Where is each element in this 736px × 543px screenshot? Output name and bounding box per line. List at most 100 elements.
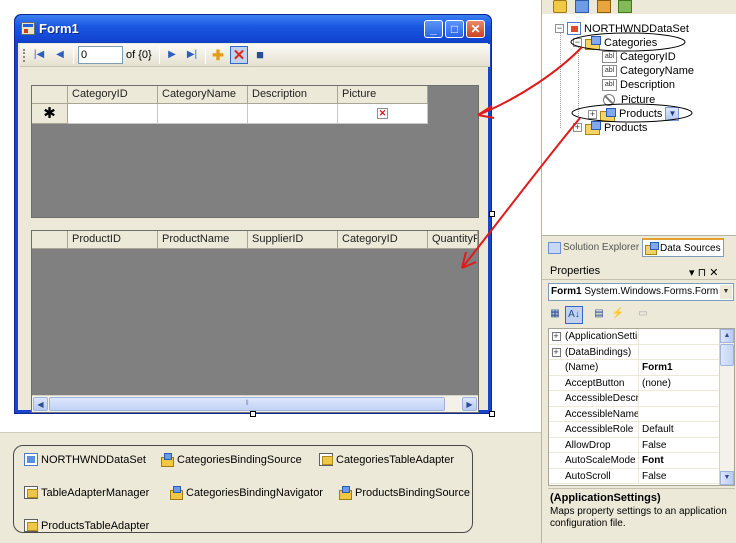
tray-component[interactable]: ProductsTableAdapter <box>24 519 149 532</box>
property-pages-icon[interactable]: ▭ <box>634 306 652 324</box>
add-new-icon[interactable]: ✚ <box>209 46 227 64</box>
products-datagridview[interactable]: ProductID ProductName SupplierID Categor… <box>31 230 479 413</box>
form-window[interactable]: Form1 _ □ ✕ |◀ ◀ 0 of {0} ▶ ▶| ✚ ✕ ■ Cat… <box>14 14 492 414</box>
grid-cell[interactable]: ✕ <box>338 104 428 124</box>
move-last-icon[interactable]: ▶| <box>183 46 201 64</box>
property-row[interactable]: + (ApplicationSettir <box>549 329 720 345</box>
property-row[interactable]: AutoScaleMode Font <box>549 453 720 469</box>
minimize-icon[interactable]: _ <box>424 20 443 38</box>
grid-cell[interactable] <box>68 104 158 124</box>
alphabetical-icon[interactable]: A↓ <box>565 306 583 324</box>
tray-component[interactable]: NORTHWNDDataSet <box>24 453 146 466</box>
property-row[interactable]: AccessibleDescrip <box>549 391 720 407</box>
scroll-down-icon[interactable]: ▼ <box>720 471 734 485</box>
property-row[interactable]: AcceptButton (none) <box>549 375 720 391</box>
tray-component[interactable]: CategoriesBindingSource <box>160 453 302 467</box>
move-first-icon[interactable]: |◀ <box>30 46 48 64</box>
tree-node-field[interactable]: abl CategoryID <box>602 51 676 63</box>
property-row[interactable]: + (DataBindings) <box>549 344 720 360</box>
column-header[interactable]: CategoryID <box>68 86 158 104</box>
form-titlebar[interactable]: Form1 _ □ ✕ <box>15 15 491 43</box>
scroll-right-icon[interactable]: ▶ <box>462 397 477 411</box>
maximize-icon[interactable]: □ <box>445 20 464 38</box>
property-value[interactable] <box>639 329 720 344</box>
resize-handle[interactable] <box>489 211 495 217</box>
refresh-icon[interactable] <box>618 0 632 13</box>
position-item-input[interactable]: 0 <box>78 46 123 64</box>
property-value[interactable]: (none) <box>639 376 720 391</box>
tray-component[interactable]: CategoriesTableAdapter <box>319 453 454 466</box>
property-value[interactable]: Font <box>639 453 720 468</box>
properties-icon[interactable]: ▤ <box>590 306 608 324</box>
save-icon[interactable]: ■ <box>251 46 269 64</box>
chevron-down-icon[interactable]: ▼ <box>665 107 680 121</box>
column-header[interactable]: ProductName <box>158 231 248 249</box>
scroll-up-icon[interactable]: ▲ <box>720 329 734 343</box>
close-icon[interactable]: ✕ <box>466 20 485 38</box>
property-value[interactable] <box>639 345 720 360</box>
property-row[interactable]: AllowDrop False <box>549 437 720 453</box>
toolbar-grip-icon[interactable] <box>23 49 25 62</box>
horizontal-scrollbar[interactable]: ◀ ⦀ ▶ <box>32 395 478 412</box>
tree-node-categories[interactable]: − Categories <box>573 36 657 50</box>
tray-component[interactable]: TableAdapterManager <box>24 486 149 499</box>
tab-data-sources[interactable]: Data Sources <box>642 238 724 257</box>
tray-component[interactable]: CategoriesBindingNavigator <box>169 486 323 500</box>
expand-icon[interactable]: + <box>549 344 563 359</box>
categories-datagridview[interactable]: CategoryID CategoryName Description Pict… <box>31 85 479 218</box>
property-value[interactable]: False <box>639 469 720 484</box>
move-previous-icon[interactable]: ◀ <box>51 46 69 64</box>
tree-node-field[interactable]: abl Description <box>602 79 675 91</box>
column-header[interactable]: Picture <box>338 86 428 104</box>
expand-icon[interactable]: + <box>588 109 597 119</box>
expand-icon[interactable]: + <box>549 329 563 344</box>
resize-handle[interactable] <box>489 411 495 417</box>
chevron-down-icon[interactable]: ▼ <box>720 285 732 299</box>
categorized-icon[interactable]: ▦ <box>546 306 564 324</box>
grid-cell[interactable] <box>158 104 248 124</box>
column-header[interactable]: ProductID <box>68 231 158 249</box>
property-row[interactable]: (Name) Form1 <box>549 360 720 376</box>
data-sources-tree[interactable]: − NORTHWNDDataSet − Categories abl Categ… <box>542 14 732 234</box>
binding-navigator-icon <box>169 486 183 500</box>
property-value[interactable]: False <box>639 438 720 453</box>
collapse-icon[interactable]: − <box>555 24 564 33</box>
grid-cell[interactable] <box>248 104 338 124</box>
property-value[interactable]: Form1 <box>639 360 720 375</box>
resize-handle[interactable] <box>250 411 256 417</box>
property-value[interactable] <box>639 407 720 422</box>
property-grid[interactable]: + (ApplicationSettir + (DataBindings) (Name)… <box>548 328 735 486</box>
move-next-icon[interactable]: ▶ <box>163 46 181 64</box>
configure-dataset-icon[interactable] <box>597 0 611 13</box>
window-position-icon[interactable]: ▾ ⊓ ✕ <box>689 264 718 282</box>
events-icon[interactable]: ⚡ <box>609 306 627 324</box>
property-value[interactable] <box>639 391 720 406</box>
scroll-thumb[interactable] <box>720 344 734 366</box>
property-value[interactable]: Default <box>639 422 720 437</box>
column-header[interactable]: Description <box>248 86 338 104</box>
property-row[interactable]: AccessibleName <box>549 406 720 422</box>
column-header[interactable]: SupplierID <box>248 231 338 249</box>
tree-node-dataset[interactable]: − NORTHWNDDataSet <box>555 22 689 35</box>
tab-solution-explorer[interactable]: Solution Explorer <box>546 238 641 257</box>
delete-icon[interactable]: ✕ <box>230 46 248 64</box>
column-header[interactable]: CategoryName <box>158 86 248 104</box>
tree-node-products[interactable]: + Products <box>573 121 647 135</box>
column-header[interactable]: CategoryID <box>338 231 428 249</box>
property-row[interactable]: AutoScroll False <box>549 468 720 484</box>
expand-icon[interactable]: + <box>573 123 582 132</box>
edit-dataset-icon[interactable] <box>575 0 589 13</box>
object-selector-dropdown[interactable]: Form1 System.Windows.Forms.Form ▼ <box>548 283 734 301</box>
grid-new-row[interactable]: ✱ ✕ <box>32 104 428 124</box>
tree-node-field[interactable]: Picture <box>603 94 655 106</box>
column-header[interactable]: QuantityP <box>428 231 478 249</box>
collapse-icon[interactable]: − <box>573 38 582 47</box>
scroll-thumb[interactable]: ⦀ <box>49 397 445 411</box>
tray-component[interactable]: ProductsBindingSource <box>338 486 470 500</box>
vertical-scrollbar[interactable]: ▲ ▼ <box>719 329 734 485</box>
tree-node-field[interactable]: abl CategoryName <box>602 65 694 77</box>
tree-node-nested-products[interactable]: + Products ▼ <box>588 107 680 122</box>
property-row[interactable]: AccessibleRole Default <box>549 422 720 438</box>
add-data-source-icon[interactable] <box>553 0 567 13</box>
scroll-left-icon[interactable]: ◀ <box>33 397 48 411</box>
